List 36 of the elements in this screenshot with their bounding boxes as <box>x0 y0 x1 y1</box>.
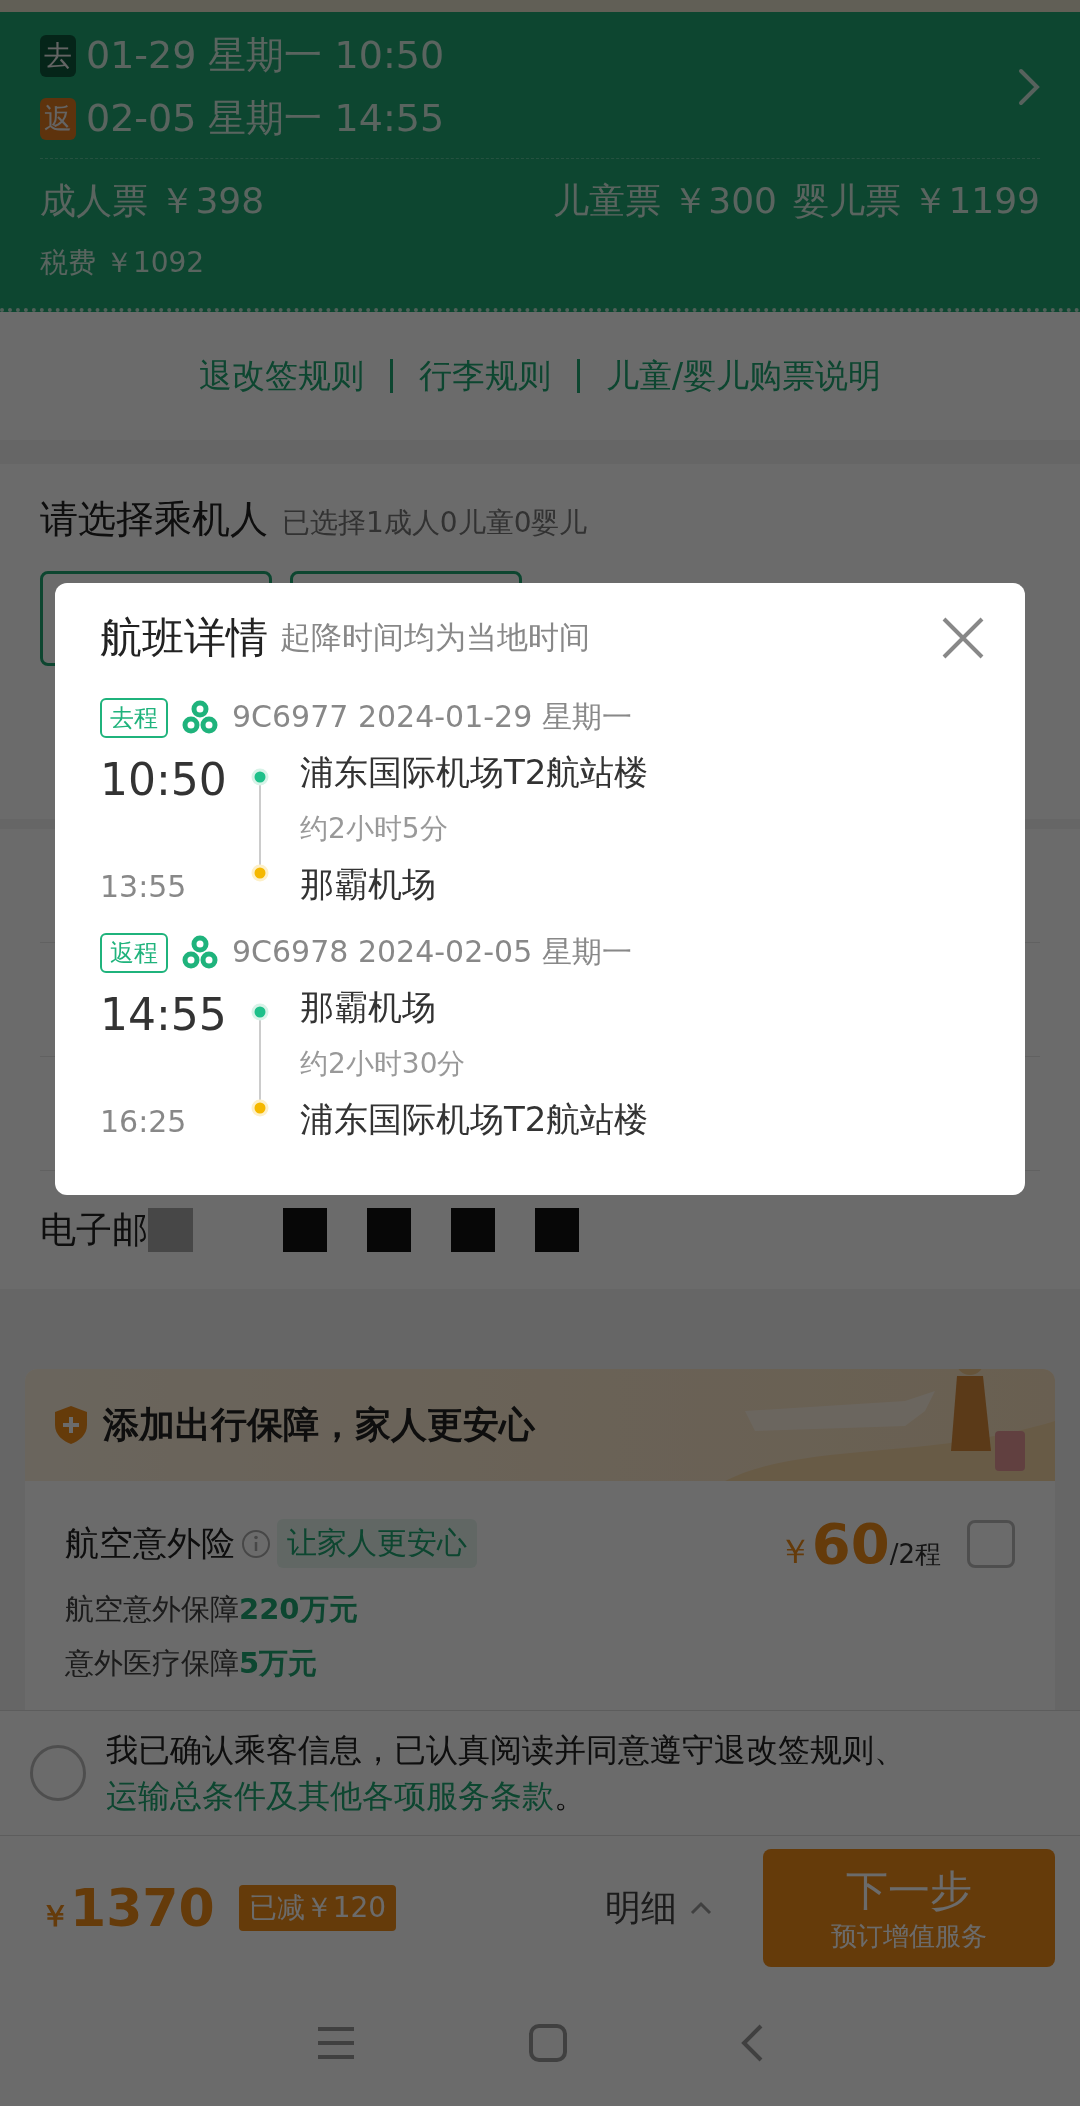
arrival-time: 16:25 <box>100 1104 188 1139</box>
trip-datetime: 02-05 星期一 14:55 <box>86 95 445 142</box>
flight-duration: 约2小时5分 <box>300 811 449 847</box>
trip-tag: 返 <box>40 97 76 140</box>
dialog-title: 航班详情 <box>100 612 268 664</box>
total-price: ￥1370 <box>40 1878 215 1938</box>
banner-title: 添加出行保障，家人更安心 <box>103 1402 535 1447</box>
flight-duration: 约2小时30分 <box>300 1046 467 1082</box>
departure-airport: 浦东国际机场T2航站楼 <box>300 751 649 794</box>
trip-datetime: 01-29 星期一 10:50 <box>86 32 445 79</box>
insurance-price: ￥60/2程 <box>777 1511 941 1576</box>
insurance-name: 航空意外险 <box>65 1521 235 1565</box>
dialog-subtitle: 起降时间均为当地时间 <box>280 618 590 657</box>
adult-fare: 成人票 ￥398 <box>40 179 265 223</box>
trip-tag: 去 <box>40 34 76 77</box>
departure-time: 14:55 <box>100 989 228 1040</box>
email-label: 电子邮 <box>40 1207 148 1252</box>
selection-summary: 已选择1成人0儿童0婴儿 <box>282 505 588 541</box>
flight-info: 9C6978 2024-02-05 星期一 <box>232 933 632 971</box>
coverage-line: 航空意外保障220万元 <box>65 1591 359 1628</box>
infant-fare: 婴儿票 ￥1199 <box>792 179 1040 223</box>
discount-badge: 已减￥120 <box>238 1885 397 1931</box>
agreement-text: 我已确认乘客信息，已认真阅读并同意遵守退改签规则、 运输总条件及其他各项服务条款。 <box>106 1729 907 1817</box>
arrival-time: 13:55 <box>100 869 188 904</box>
tax-fee: 税费 ￥1092 <box>40 245 206 281</box>
coverage-line: 意外医疗保障5万元 <box>65 1645 319 1682</box>
flight-info: 9C6977 2024-01-29 星期一 <box>232 698 632 736</box>
leg-tag: 去程 <box>100 697 168 738</box>
child-fare: 儿童票 ￥300 <box>552 179 777 223</box>
section-title: 请选择乘机人 <box>40 496 268 543</box>
departure-airport: 那霸机场 <box>300 986 437 1029</box>
arrival-airport: 那霸机场 <box>300 863 437 906</box>
departure-time: 10:50 <box>100 754 228 805</box>
leg-tag: 返程 <box>100 932 168 973</box>
insurance-tag: 让家人更安心 <box>277 1519 477 1568</box>
arrival-airport: 浦东国际机场T2航站楼 <box>300 1098 649 1141</box>
